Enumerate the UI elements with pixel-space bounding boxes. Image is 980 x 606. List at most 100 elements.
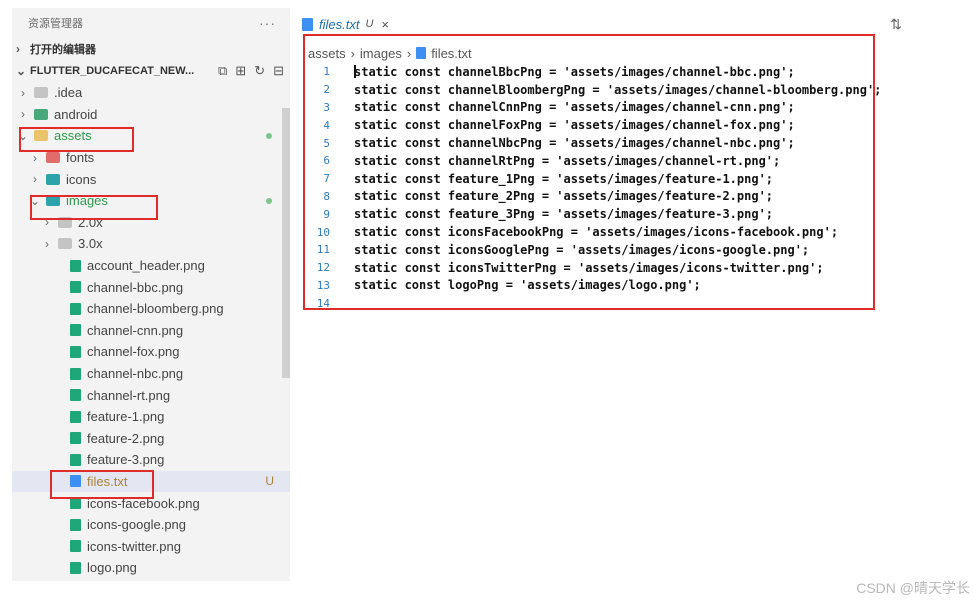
code-text: static const channelNbcPng = 'assets/ima… xyxy=(354,136,795,151)
tree-item-label: icons xyxy=(66,171,97,187)
tree-item-account-header-png[interactable]: account_header.png xyxy=(12,255,290,277)
new-folder-icon[interactable]: ⊞ xyxy=(235,63,246,79)
tree-item-feature-1-png[interactable]: feature-1.png xyxy=(12,406,290,428)
tree-item-3-0x[interactable]: › 3.0x xyxy=(12,233,290,255)
breadcrumb-images[interactable]: images xyxy=(360,46,402,61)
code-line[interactable]: 4 static const channelFoxPng = 'assets/im… xyxy=(310,116,900,134)
explorer-title: 资源管理器 xyxy=(28,18,83,30)
line-number: 6 xyxy=(323,154,330,168)
code-line[interactable]: 3 static const channelCnnPng = 'assets/im… xyxy=(310,99,900,117)
tree-item-channel-fox-png[interactable]: channel-fox.png xyxy=(12,341,290,363)
sidebar-scrollbar[interactable] xyxy=(282,108,290,378)
chevron-right-icon: › xyxy=(350,45,355,61)
tree-item-label: icons-google.png xyxy=(87,517,187,533)
chevron-down-icon: ⌄ xyxy=(17,128,29,143)
tree-item-logo-png[interactable]: logo.png xyxy=(12,557,290,579)
explorer-toolbar: ⧉ ⊞ ↻ ⊟ xyxy=(218,63,284,79)
tree-item-label: feature-1.png xyxy=(87,409,165,425)
line-number: 8 xyxy=(323,189,330,203)
project-section[interactable]: ⌄ FLUTTER_DUCAFECAT_NEW... ⧉ ⊞ ↻ ⊟ xyxy=(12,60,290,82)
image-file-icon xyxy=(70,389,81,402)
tree-item-channel-cnn-png[interactable]: channel-cnn.png xyxy=(12,320,290,342)
tree-item-channel-bloomberg-png[interactable]: channel-bloomberg.png xyxy=(12,298,290,320)
code-line[interactable]: 10 static const iconsFacebookPng = 'asset… xyxy=(310,223,900,241)
chevron-right-icon: › xyxy=(16,42,20,56)
chevron-down-icon: ⌄ xyxy=(16,64,27,78)
watermark: CSDN @晴天学长 xyxy=(856,580,970,596)
code-editor[interactable]: 1 static const channelBbcPng = 'assets/im… xyxy=(310,63,900,312)
code-line[interactable]: 12 static const iconsTwitterPng = 'assets… xyxy=(310,259,900,277)
tab-files-txt[interactable]: files.txt U × xyxy=(302,17,389,32)
tree-item-files-txt[interactable]: files.txt U xyxy=(12,470,290,493)
tree-item-icons-google-png[interactable]: icons-google.png xyxy=(12,514,290,536)
tree-item-feature-3-png[interactable]: feature-3.png xyxy=(12,449,290,471)
code-text: static const iconsFacebookPng = 'assets/… xyxy=(354,225,839,240)
code-line[interactable]: 5 static const channelNbcPng = 'assets/im… xyxy=(310,134,900,152)
code-line[interactable]: 6 static const channelRtPng = 'assets/ima… xyxy=(310,152,900,170)
tree-item-label: fonts xyxy=(66,150,95,166)
code-text: static const channelBbcPng = 'assets/ima… xyxy=(354,64,795,79)
breadcrumb-assets[interactable]: assets xyxy=(308,46,346,61)
line-number: 13 xyxy=(316,278,330,292)
chevron-right-icon: › xyxy=(21,85,25,100)
code-line[interactable]: 8 static const feature_2Png = 'assets/ima… xyxy=(310,188,900,206)
image-file-icon xyxy=(70,410,81,423)
tree-item-label: files.txt xyxy=(87,473,128,489)
code-text: static const feature_2Png = 'assets/imag… xyxy=(354,189,774,204)
refresh-icon[interactable]: ↻ xyxy=(254,63,265,79)
code-line[interactable]: 14 xyxy=(310,294,900,312)
code-line[interactable]: 13 static const logoPng = 'assets/images/… xyxy=(310,277,900,295)
tree-item--idea[interactable]: › .idea xyxy=(12,82,290,104)
tree-item-2-0x[interactable]: › 2.0x xyxy=(12,212,290,234)
open-editors-label: 打开的编辑器 xyxy=(30,44,96,56)
code-line[interactable]: 7 static const feature_1Png = 'assets/ima… xyxy=(310,170,900,188)
collapse-all-icon[interactable]: ⊟ xyxy=(273,63,284,79)
tree-item-label: channel-rt.png xyxy=(87,387,171,403)
tree-item-feature-2-png[interactable]: feature-2.png xyxy=(12,428,290,450)
folder-icon xyxy=(46,152,60,164)
image-file-icon xyxy=(70,518,81,531)
tree-item-label: .idea xyxy=(54,85,83,101)
line-number: 2 xyxy=(323,83,330,97)
tree-item-icons-twitter-png[interactable]: icons-twitter.png xyxy=(12,535,290,557)
tree-item-android[interactable]: › android xyxy=(12,104,290,126)
line-number: 14 xyxy=(316,296,330,310)
tree-item-label: icons-twitter.png xyxy=(87,538,181,554)
close-icon[interactable]: × xyxy=(381,17,389,32)
more-actions-icon[interactable]: ··· xyxy=(259,15,276,31)
code-line[interactable]: 2 static const channelBloombergPng = 'ass… xyxy=(310,81,900,99)
tree-item-label: 3.0x xyxy=(78,236,103,252)
code-line[interactable]: 11 static const iconsGooglePng = 'assets/… xyxy=(310,241,900,259)
line-number: 10 xyxy=(316,225,330,239)
tree-item-images[interactable]: ⌄ images xyxy=(12,190,290,212)
line-number: 9 xyxy=(323,207,330,221)
code-line[interactable]: 1 static const channelBbcPng = 'assets/im… xyxy=(310,63,900,81)
tree-item-channel-rt-png[interactable]: channel-rt.png xyxy=(12,384,290,406)
modified-dot xyxy=(266,197,272,204)
tree-item-label: assets xyxy=(54,128,92,144)
line-number: 1 xyxy=(323,65,330,79)
image-file-icon xyxy=(70,302,81,315)
compare-changes-icon[interactable]: ⇅ xyxy=(890,16,902,33)
explorer-header: 资源管理器 ··· xyxy=(12,8,290,38)
chevron-right-icon: › xyxy=(406,45,412,61)
code-text: static const iconsGooglePng = 'assets/im… xyxy=(354,242,810,257)
tree-item-label: android xyxy=(54,106,98,122)
tree-item-assets[interactable]: ⌄ assets xyxy=(12,125,290,147)
chevron-right-icon: › xyxy=(45,236,49,251)
tree-item-label: channel-cnn.png xyxy=(87,322,184,338)
file-tree: › .idea › android ⌄ assets › fonts › icons ⌄ images… xyxy=(12,82,290,579)
tree-item-icons-facebook-png[interactable]: icons-facebook.png xyxy=(12,492,290,514)
tree-item-fonts[interactable]: › fonts xyxy=(12,147,290,169)
open-editors-section[interactable]: › 打开的编辑器 xyxy=(12,38,290,60)
project-name: FLUTTER_DUCAFECAT_NEW... xyxy=(30,65,195,77)
tree-item-channel-bbc-png[interactable]: channel-bbc.png xyxy=(12,276,290,298)
breadcrumb-file[interactable]: files.txt xyxy=(431,46,471,61)
tree-item-icons[interactable]: › icons xyxy=(12,168,290,190)
code-text: static const channelRtPng = 'assets/imag… xyxy=(354,153,781,168)
tree-item-channel-nbc-png[interactable]: channel-nbc.png xyxy=(12,363,290,385)
chevron-right-icon: › xyxy=(33,150,37,165)
new-file-icon[interactable]: ⧉ xyxy=(218,63,227,79)
image-file-icon xyxy=(70,281,81,294)
code-line[interactable]: 9 static const feature_3Png = 'assets/ima… xyxy=(310,205,900,223)
